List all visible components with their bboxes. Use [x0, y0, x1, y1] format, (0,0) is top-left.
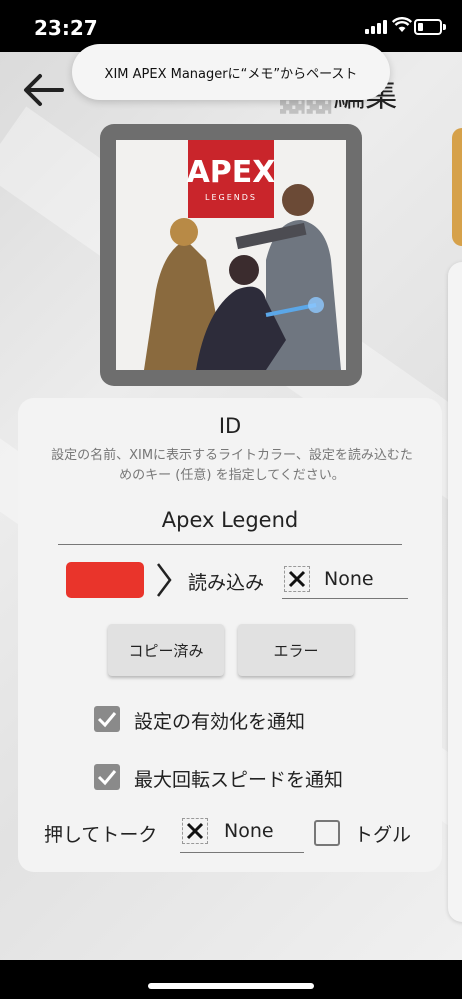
load-key-label: 読み込み: [188, 572, 265, 594]
notify-enable-checkbox[interactable]: [94, 706, 120, 732]
light-color-swatch[interactable]: [66, 562, 144, 598]
load-key-value[interactable]: None: [324, 568, 374, 590]
clear-load-key-icon[interactable]: [284, 566, 310, 592]
load-key-underline: [282, 598, 408, 599]
checkmark-icon: [97, 770, 117, 786]
side-panel[interactable]: [448, 262, 462, 922]
notify-maxspeed-label: 最大回転スピードを通知: [134, 769, 344, 791]
paste-notification-banner: XIM APEX Managerに“メモ”からペースト: [72, 44, 390, 100]
notify-enable-label: 設定の有効化を通知: [134, 711, 306, 733]
checkmark-icon: [97, 712, 117, 728]
copied-button[interactable]: コピー済み: [108, 624, 224, 676]
battery-icon: [414, 19, 446, 35]
config-name-input[interactable]: Apex Legend: [58, 508, 402, 532]
settings-card: ID 設定の名前、XIMに表示するライトカラー、設定を読み込むためのキー (任意…: [18, 398, 442, 872]
wifi-icon: [392, 17, 412, 32]
section-description: 設定の名前、XIMに表示するライトカラー、設定を読み込むためのキー (任意) を…: [51, 448, 413, 483]
home-indicator[interactable]: [148, 983, 314, 989]
art-logo-sub: LEGENDS: [205, 193, 257, 202]
art-logo-main: APEX: [187, 155, 276, 190]
app-screen: 23:27 ▓▓編集 APEX LEGENDS: [0, 0, 462, 960]
name-underline: [58, 544, 402, 545]
notify-maxspeed-checkbox[interactable]: [94, 764, 120, 790]
clear-ptt-key-icon[interactable]: [182, 818, 208, 844]
toggle-checkbox[interactable]: [314, 820, 340, 846]
apex-legends-artwork: APEX LEGENDS: [116, 140, 346, 370]
ptt-key-underline: [180, 852, 304, 853]
ptt-key-value[interactable]: None: [224, 820, 274, 842]
side-tab[interactable]: [452, 128, 462, 246]
status-time: 23:27: [34, 16, 98, 40]
error-button[interactable]: エラー: [238, 624, 354, 676]
chevron-right-icon[interactable]: [152, 560, 176, 600]
push-to-talk-label: 押してトーク: [44, 824, 158, 846]
back-arrow-icon[interactable]: [22, 72, 66, 108]
config-image-frame[interactable]: APEX LEGENDS: [100, 124, 362, 386]
cellular-signal-icon: [365, 20, 387, 34]
section-title: ID: [218, 414, 242, 438]
toggle-label: トグル: [354, 824, 412, 846]
